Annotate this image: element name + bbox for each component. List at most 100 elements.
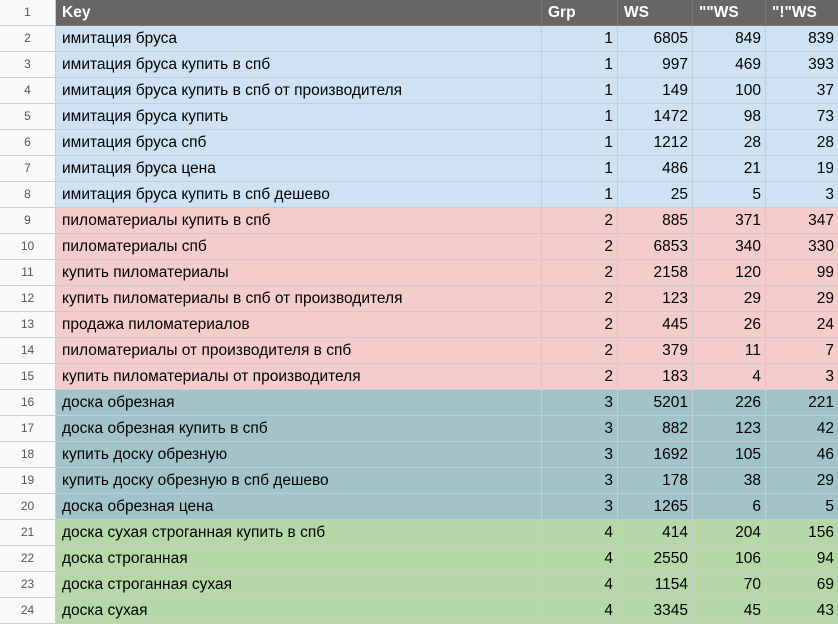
- key-cell[interactable]: купить доску обрезную в спб дешево: [56, 468, 542, 494]
- header-ws-exact[interactable]: "!"WS: [766, 0, 838, 26]
- ws-quoted-cell[interactable]: 105: [693, 442, 766, 468]
- header-ws-quoted[interactable]: ""WS: [693, 0, 766, 26]
- row-number[interactable]: 18: [0, 442, 56, 468]
- ws-exact-cell[interactable]: 330: [766, 234, 838, 260]
- row-number[interactable]: 6: [0, 130, 56, 156]
- ws-exact-cell[interactable]: 29: [766, 286, 838, 312]
- ws-quoted-cell[interactable]: 849: [693, 26, 766, 52]
- ws-cell[interactable]: 882: [618, 416, 693, 442]
- ws-cell[interactable]: 885: [618, 208, 693, 234]
- key-cell[interactable]: пиломатериалы спб: [56, 234, 542, 260]
- ws-exact-cell[interactable]: 5: [766, 494, 838, 520]
- key-cell[interactable]: имитация бруса купить в спб: [56, 52, 542, 78]
- ws-cell[interactable]: 1265: [618, 494, 693, 520]
- ws-quoted-cell[interactable]: 123: [693, 416, 766, 442]
- ws-cell[interactable]: 1692: [618, 442, 693, 468]
- row-number[interactable]: 9: [0, 208, 56, 234]
- ws-cell[interactable]: 1212: [618, 130, 693, 156]
- row-number[interactable]: 23: [0, 572, 56, 598]
- row-number[interactable]: 22: [0, 546, 56, 572]
- ws-quoted-cell[interactable]: 6: [693, 494, 766, 520]
- ws-exact-cell[interactable]: 69: [766, 572, 838, 598]
- ws-cell[interactable]: 6805: [618, 26, 693, 52]
- grp-cell[interactable]: 1: [542, 156, 618, 182]
- row-number[interactable]: 10: [0, 234, 56, 260]
- row-number[interactable]: 15: [0, 364, 56, 390]
- key-cell[interactable]: доска сухая строганная купить в спб: [56, 520, 542, 546]
- ws-cell[interactable]: 379: [618, 338, 693, 364]
- row-number[interactable]: 4: [0, 78, 56, 104]
- grp-cell[interactable]: 1: [542, 104, 618, 130]
- key-cell[interactable]: доска обрезная купить в спб: [56, 416, 542, 442]
- ws-exact-cell[interactable]: 347: [766, 208, 838, 234]
- ws-quoted-cell[interactable]: 4: [693, 364, 766, 390]
- row-number[interactable]: 3: [0, 52, 56, 78]
- row-number[interactable]: 24: [0, 598, 56, 624]
- ws-cell[interactable]: 149: [618, 78, 693, 104]
- ws-cell[interactable]: 997: [618, 52, 693, 78]
- ws-cell[interactable]: 445: [618, 312, 693, 338]
- ws-quoted-cell[interactable]: 45: [693, 598, 766, 624]
- grp-cell[interactable]: 1: [542, 130, 618, 156]
- ws-quoted-cell[interactable]: 28: [693, 130, 766, 156]
- row-number[interactable]: 20: [0, 494, 56, 520]
- ws-exact-cell[interactable]: 156: [766, 520, 838, 546]
- grp-cell[interactable]: 1: [542, 26, 618, 52]
- key-cell[interactable]: доска сухая: [56, 598, 542, 624]
- ws-quoted-cell[interactable]: 204: [693, 520, 766, 546]
- header-key[interactable]: Key: [56, 0, 542, 26]
- key-cell[interactable]: имитация бруса цена: [56, 156, 542, 182]
- ws-exact-cell[interactable]: 7: [766, 338, 838, 364]
- key-cell[interactable]: имитация бруса спб: [56, 130, 542, 156]
- ws-cell[interactable]: 123: [618, 286, 693, 312]
- row-number[interactable]: 19: [0, 468, 56, 494]
- ws-cell[interactable]: 3345: [618, 598, 693, 624]
- row-number[interactable]: 21: [0, 520, 56, 546]
- grp-cell[interactable]: 2: [542, 338, 618, 364]
- ws-quoted-cell[interactable]: 226: [693, 390, 766, 416]
- ws-exact-cell[interactable]: 46: [766, 442, 838, 468]
- ws-cell[interactable]: 5201: [618, 390, 693, 416]
- key-cell[interactable]: доска обрезная: [56, 390, 542, 416]
- ws-quoted-cell[interactable]: 371: [693, 208, 766, 234]
- key-cell[interactable]: купить пиломатериалы: [56, 260, 542, 286]
- grp-cell[interactable]: 4: [542, 520, 618, 546]
- grp-cell[interactable]: 4: [542, 572, 618, 598]
- ws-exact-cell[interactable]: 3: [766, 364, 838, 390]
- key-cell[interactable]: пиломатериалы от производителя в спб: [56, 338, 542, 364]
- ws-exact-cell[interactable]: 221: [766, 390, 838, 416]
- grp-cell[interactable]: 2: [542, 364, 618, 390]
- row-number-header[interactable]: 1: [0, 0, 56, 26]
- grp-cell[interactable]: 2: [542, 208, 618, 234]
- key-cell[interactable]: продажа пиломатериалов: [56, 312, 542, 338]
- ws-quoted-cell[interactable]: 21: [693, 156, 766, 182]
- ws-exact-cell[interactable]: 73: [766, 104, 838, 130]
- ws-cell[interactable]: 2550: [618, 546, 693, 572]
- row-number[interactable]: 13: [0, 312, 56, 338]
- grp-cell[interactable]: 2: [542, 260, 618, 286]
- ws-exact-cell[interactable]: 29: [766, 468, 838, 494]
- ws-quoted-cell[interactable]: 98: [693, 104, 766, 130]
- grp-cell[interactable]: 2: [542, 312, 618, 338]
- ws-exact-cell[interactable]: 42: [766, 416, 838, 442]
- grp-cell[interactable]: 1: [542, 78, 618, 104]
- key-cell[interactable]: доска строганная сухая: [56, 572, 542, 598]
- key-cell[interactable]: имитация бруса: [56, 26, 542, 52]
- ws-cell[interactable]: 2158: [618, 260, 693, 286]
- ws-exact-cell[interactable]: 94: [766, 546, 838, 572]
- grp-cell[interactable]: 3: [542, 468, 618, 494]
- ws-quoted-cell[interactable]: 469: [693, 52, 766, 78]
- ws-cell[interactable]: 1154: [618, 572, 693, 598]
- ws-quoted-cell[interactable]: 5: [693, 182, 766, 208]
- row-number[interactable]: 14: [0, 338, 56, 364]
- key-cell[interactable]: купить доску обрезную: [56, 442, 542, 468]
- header-ws[interactable]: WS: [618, 0, 693, 26]
- ws-exact-cell[interactable]: 24: [766, 312, 838, 338]
- ws-exact-cell[interactable]: 37: [766, 78, 838, 104]
- key-cell[interactable]: пиломатериалы купить в спб: [56, 208, 542, 234]
- key-cell[interactable]: имитация бруса купить в спб от производи…: [56, 78, 542, 104]
- grp-cell[interactable]: 3: [542, 494, 618, 520]
- ws-cell[interactable]: 6853: [618, 234, 693, 260]
- ws-cell[interactable]: 25: [618, 182, 693, 208]
- ws-cell[interactable]: 183: [618, 364, 693, 390]
